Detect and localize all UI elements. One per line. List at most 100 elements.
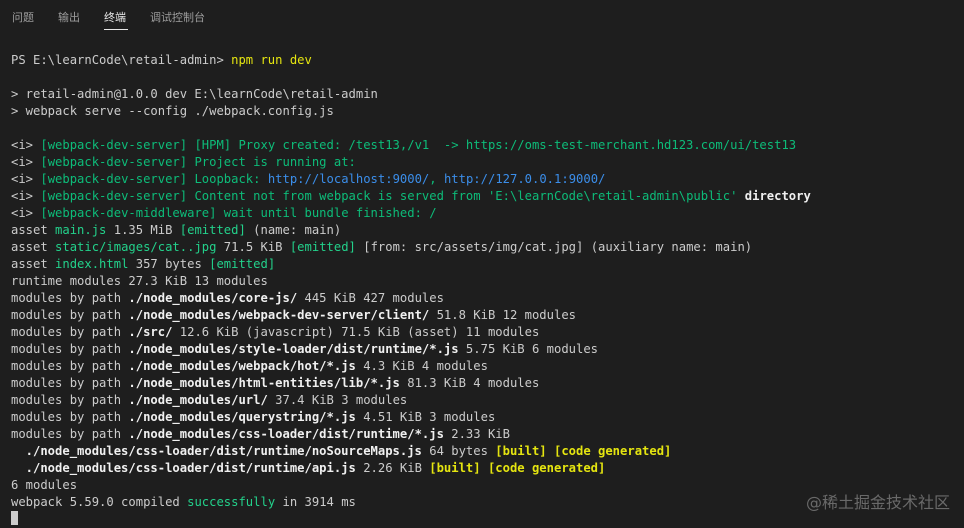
terminal-prompt-line (11, 511, 964, 528)
terminal-text: ./node_modules/url/ (128, 393, 268, 407)
terminal-line: ./node_modules/css-loader/dist/runtime/a… (11, 460, 964, 477)
terminal-text: modules by path (11, 325, 129, 339)
terminal-line: <i> [webpack-dev-server] Content not fro… (11, 188, 964, 205)
tab-terminal[interactable]: 终端 (104, 9, 126, 25)
terminal-text: directory (737, 189, 811, 203)
terminal-text: [webpack-dev-server] [HPM] Proxy created… (40, 138, 797, 152)
terminal-text: 71.5 KiB (216, 240, 290, 254)
terminal-line: ./node_modules/css-loader/dist/runtime/n… (11, 443, 964, 460)
terminal-text: modules by path (11, 342, 129, 356)
terminal-line: asset static/images/cat..jpg 71.5 KiB [e… (11, 239, 964, 256)
terminal-text: http://127.0.0.1:9000/ (443, 172, 606, 186)
terminal-text: [emitted] (289, 240, 356, 254)
terminal-output[interactable]: PS E:\learnCode\retail-admin> npm run de… (11, 52, 964, 528)
tab-debug-console[interactable]: 调试控制台 (150, 9, 205, 25)
terminal-text: ./node_modules/css-loader/dist/runtime/*… (128, 427, 444, 441)
terminal-text: 445 KiB 427 modules (297, 291, 444, 305)
terminal-text: ./node_modules/querystring/*.js (128, 410, 356, 424)
terminal-text: (name: main) (245, 223, 342, 237)
terminal-text: static/images/cat..jpg (55, 240, 217, 254)
terminal-text: modules by path (11, 376, 129, 390)
terminal-line: runtime modules 27.3 KiB 13 modules (11, 273, 964, 290)
terminal-text: index.html (55, 257, 129, 271)
terminal-line: > retail-admin@1.0.0 dev E:\learnCode\re… (11, 86, 964, 103)
terminal-text: main.js (55, 223, 107, 237)
terminal-text: 1.35 MiB (106, 223, 180, 237)
terminal-text: ./node_modules/style-loader/dist/runtime… (128, 342, 459, 356)
terminal-text: successfully (187, 495, 276, 509)
terminal-text: 4.51 KiB 3 modules (355, 410, 496, 424)
terminal-text: [from: src/assets/img/cat.jpg] (auxiliar… (355, 240, 753, 254)
terminal-text: <i> (11, 172, 41, 186)
terminal-text: 6 modules (11, 478, 78, 492)
terminal-text: 'E:\learnCode\retail-admin\public' (487, 189, 738, 203)
terminal-text: asset (11, 240, 56, 254)
terminal-text: 2.26 KiB (355, 461, 430, 475)
terminal-text: [built] [code generated] (495, 444, 672, 458)
terminal-text: ./node_modules/webpack-dev-server/client… (128, 308, 430, 322)
terminal-text: 64 bytes (421, 444, 496, 458)
terminal-line: > webpack serve --config ./webpack.confi… (11, 103, 964, 120)
terminal-text: > retail-admin@1.0.0 dev E:\learnCode\re… (11, 87, 378, 101)
terminal-text: ./node_modules/css-loader/dist/runtime/a… (11, 461, 356, 475)
terminal-text: ./node_modules/css-loader/dist/runtime/n… (11, 444, 422, 458)
terminal-text: ./node_modules/html-entities/lib/*.js (128, 376, 400, 390)
terminal-line: modules by path ./node_modules/html-enti… (11, 375, 964, 392)
terminal-text: <i> (11, 206, 41, 220)
terminal-line: <i> [webpack-dev-server] [HPM] Proxy cre… (11, 137, 964, 154)
terminal-line: modules by path ./node_modules/webpack-d… (11, 307, 964, 324)
terminal-line: modules by path ./node_modules/style-loa… (11, 341, 964, 358)
terminal-text: [built] [code generated] (429, 461, 606, 475)
terminal-text: 37.4 KiB 3 modules (267, 393, 408, 407)
terminal-text: modules by path (11, 410, 129, 424)
terminal-line: PS E:\learnCode\retail-admin> npm run de… (11, 52, 964, 69)
terminal-text: modules by path (11, 308, 129, 322)
terminal-line: asset index.html 357 bytes [emitted] (11, 256, 964, 273)
terminal-line: <i> [webpack-dev-server] Project is runn… (11, 154, 964, 171)
terminal-text: http://localhost:9000/ (267, 172, 430, 186)
panel-tab-bar: 问题 输出 终端 调试控制台 (0, 0, 964, 33)
terminal-text: [webpack-dev-middleware] wait until bund… (40, 206, 437, 220)
terminal-text: [webpack-dev-server] Content not from we… (40, 189, 488, 203)
terminal-line: modules by path ./node_modules/css-loade… (11, 426, 964, 443)
tab-problems[interactable]: 问题 (12, 9, 34, 25)
terminal-line: modules by path ./node_modules/url/ 37.4… (11, 392, 964, 409)
terminal-text: 51.8 KiB 12 modules (429, 308, 576, 322)
terminal-text: in 3914 ms (275, 495, 356, 509)
terminal-text: ./src/ (128, 325, 173, 339)
terminal-text: > webpack serve --config ./webpack.confi… (11, 104, 334, 118)
terminal-text: 4.3 KiB 4 modules (355, 359, 488, 373)
terminal-text: <i> (11, 155, 41, 169)
terminal-text: 12.6 KiB (javascript) 71.5 KiB (asset) 1… (172, 325, 540, 339)
terminal-line: <i> [webpack-dev-server] Loopback: http:… (11, 171, 964, 188)
terminal-text: 81.3 KiB 4 modules (399, 376, 540, 390)
terminal-text: modules by path (11, 359, 129, 373)
terminal-text: modules by path (11, 291, 129, 305)
terminal-line: modules by path ./node_modules/core-js/ … (11, 290, 964, 307)
terminal-text: modules by path (11, 393, 129, 407)
terminal-text: ./node_modules/webpack/hot/*.js (128, 359, 356, 373)
terminal-line: modules by path ./node_modules/querystri… (11, 409, 964, 426)
terminal-text: <i> (11, 189, 41, 203)
terminal-line: modules by path ./node_modules/webpack/h… (11, 358, 964, 375)
terminal-text: asset (11, 257, 56, 271)
terminal-line: modules by path ./src/ 12.6 KiB (javascr… (11, 324, 964, 341)
terminal-text: 2.33 KiB (443, 427, 510, 441)
terminal-text: ./node_modules/core-js/ (128, 291, 298, 305)
terminal-text: npm run dev (231, 53, 312, 67)
tab-output[interactable]: 输出 (58, 9, 80, 25)
terminal-line: <i> [webpack-dev-middleware] wait until … (11, 205, 964, 222)
terminal-text: , (429, 172, 444, 186)
terminal-text: [webpack-dev-server] Project is running … (40, 155, 356, 169)
terminal-text: [webpack-dev-server] Loopback: (40, 172, 268, 186)
terminal-text: webpack 5.59.0 compiled (11, 495, 188, 509)
terminal-text: [emitted] (209, 257, 276, 271)
terminal-text: modules by path (11, 427, 129, 441)
terminal-text: PS E:\learnCode\retail-admin> (11, 53, 232, 67)
terminal-line: asset main.js 1.35 MiB [emitted] (name: … (11, 222, 964, 239)
terminal-text: 357 bytes (128, 257, 210, 271)
terminal-text: [emitted] (179, 223, 246, 237)
terminal-text: asset (11, 223, 56, 237)
